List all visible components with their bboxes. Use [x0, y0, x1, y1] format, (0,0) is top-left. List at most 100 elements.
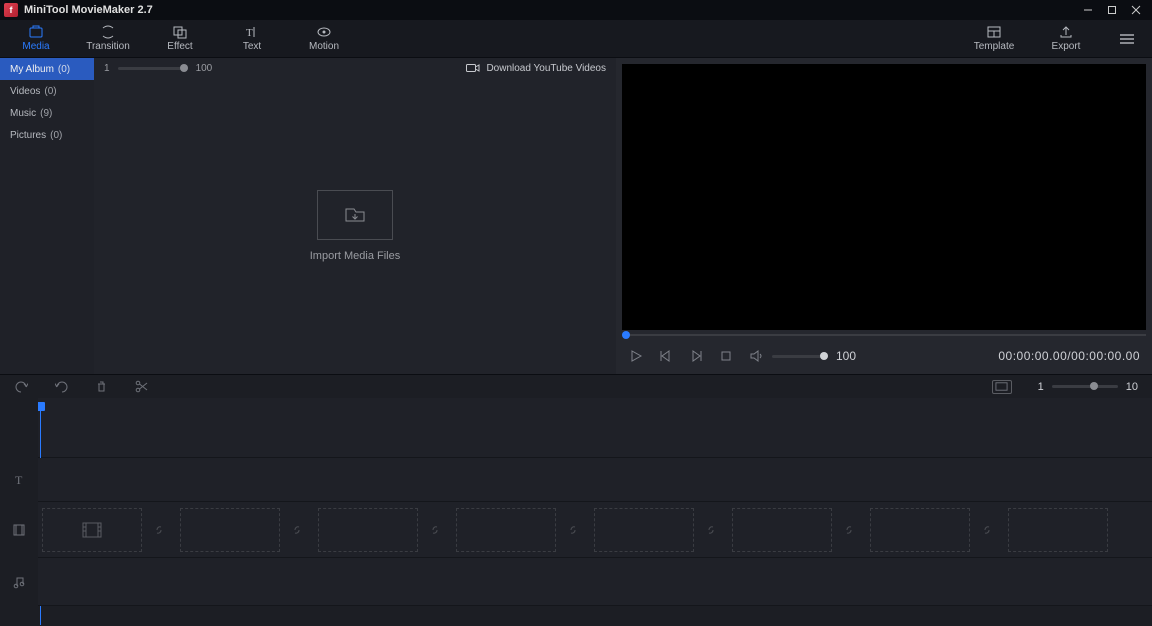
clip-slot[interactable]: [456, 508, 556, 552]
minimize-button[interactable]: [1076, 0, 1100, 20]
film-clip-icon: [81, 521, 103, 539]
link-icon: [842, 523, 856, 537]
text-track-label[interactable]: T: [0, 458, 38, 502]
sidebar-item-label: Music: [10, 108, 36, 119]
trash-icon: [95, 380, 108, 393]
transition-slot[interactable]: [418, 508, 452, 552]
sidebar-item-videos[interactable]: Videos (0): [0, 80, 94, 102]
split-button[interactable]: [134, 380, 148, 394]
tab-transition[interactable]: Transition: [72, 20, 144, 57]
text-track[interactable]: [38, 458, 1152, 502]
preview-panel: 100 00:00:00.00/00:00:00.00: [616, 58, 1152, 374]
tab-text-label: Text: [243, 41, 261, 52]
close-button[interactable]: [1124, 0, 1148, 20]
sidebar-item-count: (9): [40, 108, 52, 119]
timecode: 00:00:00.00/00:00:00.00: [998, 349, 1140, 363]
menu-button[interactable]: [1102, 20, 1152, 57]
scissors-icon: [135, 380, 148, 393]
text-icon: T: [12, 473, 26, 487]
video-track[interactable]: [38, 502, 1152, 558]
clip-slot[interactable]: [42, 508, 142, 552]
zoom-max: 10: [1126, 381, 1138, 393]
import-folder-icon: [344, 206, 366, 224]
template-label: Template: [974, 41, 1015, 52]
volume-value: 100: [836, 349, 856, 363]
clip-slot[interactable]: [180, 508, 280, 552]
link-icon: [980, 523, 994, 537]
transition-slot[interactable]: [694, 508, 728, 552]
fit-icon: [995, 380, 1008, 393]
tab-motion[interactable]: Motion: [288, 20, 360, 57]
preview-scrubber[interactable]: [622, 334, 1146, 336]
sidebar-item-label: My Album: [10, 64, 54, 75]
thumb-slider-max: 100: [196, 63, 213, 74]
music-note-icon: [12, 575, 26, 589]
tab-transition-label: Transition: [86, 41, 130, 52]
app-logo: f: [4, 3, 18, 17]
media-sidebar: My Album (0) Videos (0) Music (9) Pictur…: [0, 58, 94, 374]
tab-motion-label: Motion: [309, 41, 339, 52]
timeline-ruler[interactable]: [38, 398, 1152, 458]
preview-viewport[interactable]: [622, 64, 1146, 330]
download-youtube-link[interactable]: Download YouTube Videos: [466, 63, 606, 74]
clip-slot[interactable]: [318, 508, 418, 552]
clip-slot[interactable]: [594, 508, 694, 552]
template-button[interactable]: Template: [958, 20, 1030, 57]
sidebar-item-music[interactable]: Music (9): [0, 102, 94, 124]
sidebar-item-count: (0): [58, 64, 70, 75]
clip-slot[interactable]: [732, 508, 832, 552]
audio-track[interactable]: [38, 558, 1152, 606]
redo-button[interactable]: [54, 380, 68, 394]
sidebar-item-label: Pictures: [10, 130, 46, 141]
transition-slot[interactable]: [556, 508, 590, 552]
import-media-button[interactable]: Import Media Files: [310, 190, 400, 262]
speaker-icon: [749, 349, 763, 363]
link-icon: [290, 523, 304, 537]
sidebar-item-pictures[interactable]: Pictures (0): [0, 124, 94, 146]
clip-slot[interactable]: [1008, 508, 1108, 552]
main-toolbar: Media Transition Effect T Text Motion Te…: [0, 20, 1152, 58]
clip-slot[interactable]: [870, 508, 970, 552]
transition-slot[interactable]: [280, 508, 314, 552]
next-frame-button[interactable]: [688, 348, 704, 364]
sidebar-item-myalbum[interactable]: My Album (0): [0, 58, 94, 80]
fit-to-screen-button[interactable]: [992, 380, 1012, 394]
link-icon: [152, 523, 166, 537]
redo-icon: [55, 380, 68, 393]
link-icon: [428, 523, 442, 537]
thumb-size-slider[interactable]: [118, 67, 188, 70]
import-media-label: Import Media Files: [310, 250, 400, 262]
tab-effect[interactable]: Effect: [144, 20, 216, 57]
zoom-min: 1: [1038, 381, 1044, 393]
video-track-label[interactable]: [0, 502, 38, 558]
tab-media-label: Media: [22, 41, 49, 52]
tab-media[interactable]: Media: [0, 20, 72, 57]
play-button[interactable]: [628, 348, 644, 364]
sidebar-item-label: Videos: [10, 86, 40, 97]
zoom-slider[interactable]: [1052, 385, 1118, 388]
export-button[interactable]: Export: [1030, 20, 1102, 57]
delete-button[interactable]: [94, 380, 108, 394]
media-panel: 1 100 Download YouTube Videos Import Med…: [94, 58, 616, 374]
stop-button[interactable]: [718, 348, 734, 364]
video-camera-icon: [466, 63, 480, 73]
maximize-button[interactable]: [1100, 0, 1124, 20]
volume-slider[interactable]: [772, 355, 828, 358]
tab-text[interactable]: T Text: [216, 20, 288, 57]
link-icon: [566, 523, 580, 537]
audio-track-label[interactable]: [0, 558, 38, 606]
tab-effect-label: Effect: [167, 41, 192, 52]
undo-button[interactable]: [14, 380, 28, 394]
transition-slot[interactable]: [142, 508, 176, 552]
transition-slot[interactable]: [832, 508, 866, 552]
mute-button[interactable]: [748, 348, 764, 364]
timeline-toolbar: 1 10: [0, 374, 1152, 398]
sidebar-item-count: (0): [44, 86, 56, 97]
film-icon: [12, 523, 26, 537]
export-label: Export: [1052, 41, 1081, 52]
app-title: MiniTool MovieMaker 2.7: [24, 4, 153, 16]
thumb-slider-min: 1: [104, 63, 110, 74]
timeline: T: [0, 398, 1152, 626]
transition-slot[interactable]: [970, 508, 1004, 552]
prev-frame-button[interactable]: [658, 348, 674, 364]
